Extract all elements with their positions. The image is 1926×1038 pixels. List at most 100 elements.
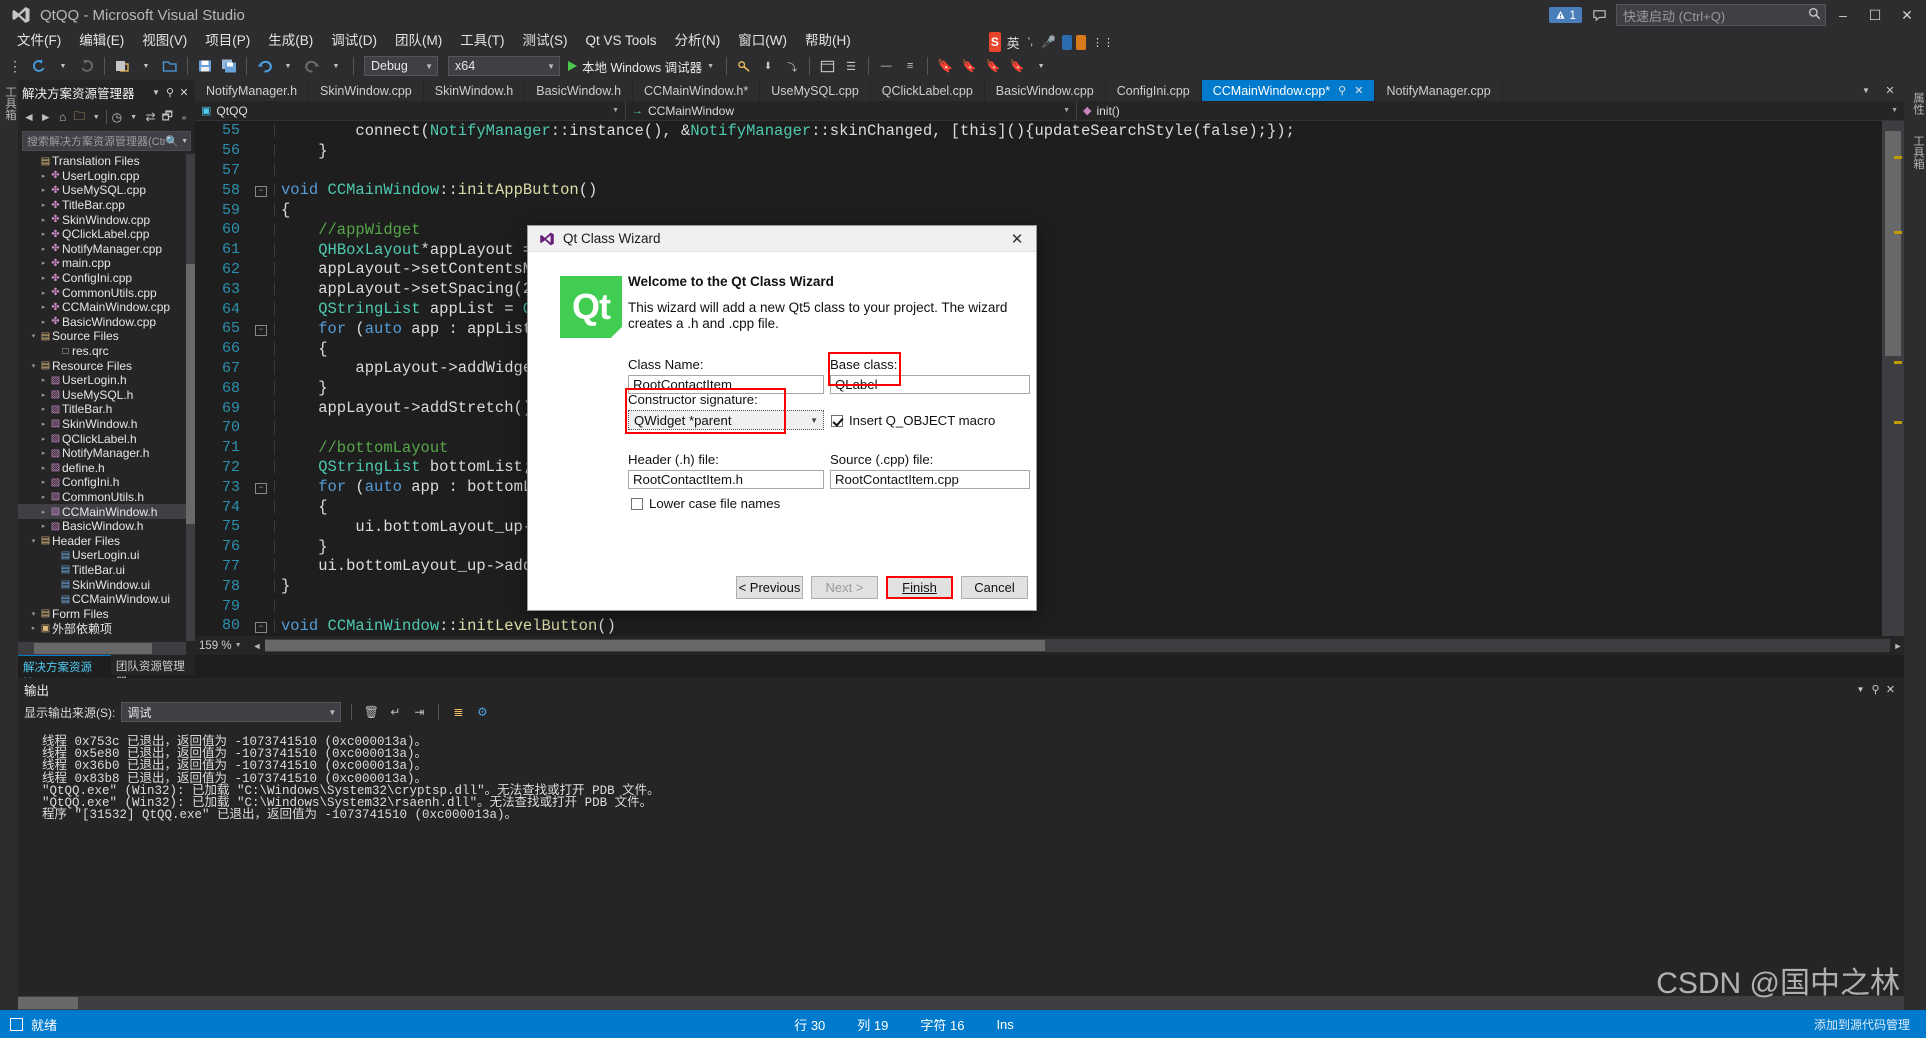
close-button[interactable]: ✕ — [1892, 0, 1922, 30]
new-project-icon[interactable] — [111, 55, 133, 77]
increase-indent-icon[interactable]: ≡ — [899, 55, 921, 77]
go-to-message-icon[interactable]: ⇥ — [410, 703, 428, 721]
code-line[interactable]: 56│ } — [195, 141, 1904, 161]
menu-item-4[interactable]: 项目(P) — [196, 30, 259, 52]
ime-toolbox-icon[interactable] — [1076, 35, 1086, 50]
tree-item[interactable]: ▸✤UseMySQL.cpp — [18, 183, 195, 198]
base-class-field[interactable]: Base class: — [830, 357, 1030, 394]
tree-item[interactable]: ▸▧NotifyManager.h — [18, 446, 195, 461]
tree-item[interactable]: ▾▤Source Files — [18, 329, 195, 344]
window-layout-icon[interactable] — [816, 55, 838, 77]
add-to-source-control[interactable]: 添加到源代码管理 — [1798, 1016, 1926, 1033]
fold-toggle-icon[interactable]: − — [251, 183, 271, 197]
fold-toggle-icon[interactable]: − — [251, 480, 271, 494]
back-icon[interactable]: ◄ — [22, 108, 36, 126]
tree-item[interactable]: ▸▧CommonUtils.h — [18, 490, 195, 505]
tree-twisty-icon[interactable]: ▸ — [38, 201, 49, 209]
hscroll-left-icon[interactable]: ◄ — [251, 641, 263, 651]
ime-punctuation-icon[interactable]: ʻ, — [1026, 36, 1036, 48]
home-icon[interactable]: ⌂ — [56, 108, 70, 126]
save-all-icon[interactable] — [218, 55, 240, 77]
pin-icon[interactable]: ⚲ — [1338, 84, 1346, 97]
pending-changes-dropdown-icon[interactable]: ▼ — [127, 108, 141, 126]
previous-button[interactable]: < Previous — [736, 576, 803, 599]
header-file-field[interactable]: Header (.h) file: — [628, 452, 824, 489]
quick-launch-input[interactable]: 快速启动 (Ctrl+Q) — [1616, 4, 1826, 26]
code-line[interactable]: 77│ ui.bottomLayout_up->addStretch(); — [195, 557, 1904, 577]
code-line[interactable]: 72│ QStringList bottomList; — [195, 458, 1904, 478]
tree-item[interactable]: ▸▣外部依赖项 — [18, 621, 195, 636]
code-line[interactable]: 73−│ for (auto app : bottomList) — [195, 477, 1904, 497]
right-tab-2[interactable]: 工具箱 — [1904, 131, 1926, 170]
sync-icon[interactable]: ⇄ — [144, 108, 158, 126]
maximize-button[interactable]: ☐ — [1860, 0, 1890, 30]
code-line[interactable]: 61│ QHBoxLayout*appLayout = new QHBoxLay… — [195, 240, 1904, 260]
code-line[interactable]: 58−│void CCMainWindow::initAppButton() — [195, 180, 1904, 200]
tree-item[interactable]: ▾▤Header Files — [18, 533, 195, 548]
editor-tab-3[interactable]: SkinWindow.h — [424, 80, 526, 101]
nav-class-selector[interactable]: → CCMainWindow ▼ — [626, 101, 1076, 120]
menu-item-1[interactable]: 文件(F) — [8, 30, 70, 52]
decrease-indent-icon[interactable]: — — [875, 55, 897, 77]
tree-twisty-icon[interactable]: ▾ — [28, 537, 39, 545]
finish-button[interactable]: Finish — [886, 576, 953, 599]
menu-item-5[interactable]: 生成(B) — [259, 30, 322, 52]
code-line[interactable]: 71│ //bottomLayout — [195, 438, 1904, 458]
tree-item[interactable]: ▤SkinWindow.ui — [18, 577, 195, 592]
panel-dropdown-icon[interactable]: ▼ — [1853, 685, 1868, 694]
bookmark-clear-icon[interactable]: 🔖 — [1006, 55, 1028, 77]
output-settings-icon[interactable]: ⚙ — [473, 703, 491, 721]
fold-toggle-icon[interactable]: − — [251, 619, 271, 633]
save-icon[interactable] — [194, 55, 216, 77]
tree-twisty-icon[interactable]: ▸ — [38, 318, 49, 326]
navigate-backward-icon[interactable] — [28, 55, 50, 77]
editor-tab-6[interactable]: UseMySQL.cpp — [760, 80, 871, 101]
tree-item[interactable]: ▸▧ConfigIni.h — [18, 475, 195, 490]
pin-icon[interactable]: ⚲ — [1868, 683, 1883, 696]
tree-twisty-icon[interactable]: ▾ — [28, 362, 39, 370]
source-file-field[interactable]: Source (.cpp) file: — [830, 452, 1030, 489]
close-tab-icon[interactable]: ✕ — [1879, 80, 1901, 101]
wrap-lines-icon[interactable]: ↵ — [386, 703, 404, 721]
code-line[interactable]: 69│ appLayout->addStretch(); — [195, 398, 1904, 418]
code-line[interactable]: 76│ } — [195, 537, 1904, 557]
tree-item[interactable]: ▸✤SkinWindow.cpp — [18, 212, 195, 227]
toolbox-tab-label[interactable]: 工具箱 — [0, 80, 18, 121]
tree-item[interactable]: ▸✤CCMainWindow.cpp — [18, 300, 195, 315]
code-line[interactable]: 64│ QStringList appList = QStringList() … — [195, 299, 1904, 319]
menu-item-11[interactable]: 分析(N) — [666, 30, 730, 52]
tree-twisty-icon[interactable]: ▾ — [28, 332, 39, 340]
code-line[interactable]: 63│ appLayout->setSpacing(2); — [195, 279, 1904, 299]
tree-item[interactable]: □res.qrc — [18, 344, 195, 359]
code-line[interactable]: 68│ } — [195, 378, 1904, 398]
editor-tab-1[interactable]: NotifyManager.h — [195, 80, 309, 101]
class-name-field[interactable]: Class Name: — [628, 357, 824, 394]
tree-item[interactable]: ▸✤UserLogin.cpp — [18, 169, 195, 184]
constructor-signature-field[interactable]: Constructor signature: QWidget *parent ▼ — [628, 392, 824, 430]
step-into-icon[interactable]: ⬇ — [757, 55, 779, 77]
editor-tab-5[interactable]: CCMainWindow.h* — [633, 80, 760, 101]
close-icon[interactable]: ✕ — [177, 86, 191, 99]
code-line[interactable]: 59│{ — [195, 200, 1904, 220]
tree-item[interactable]: ▸✤ConfigIni.cpp — [18, 271, 195, 286]
tree-item[interactable]: ▤CCMainWindow.ui — [18, 592, 195, 607]
menu-item-6[interactable]: 调试(D) — [322, 30, 386, 52]
source-file-input[interactable] — [830, 470, 1030, 489]
keyboard-icon[interactable] — [1062, 35, 1072, 50]
tree-twisty-icon[interactable]: ▸ — [38, 172, 49, 180]
tree-item[interactable]: ▸✤BasicWindow.cpp — [18, 315, 195, 330]
redo-icon[interactable] — [301, 55, 323, 77]
code-editor[interactable]: 55│ connect(NotifyManager::instance(), &… — [195, 121, 1904, 636]
undo-dropdown-icon[interactable]: ▼ — [277, 55, 299, 77]
tree-twisty-icon[interactable]: ▸ — [38, 420, 49, 428]
menu-item-10[interactable]: Qt VS Tools — [577, 30, 666, 52]
editor-horizontal-scrollbar[interactable] — [265, 639, 1890, 652]
output-horizontal-scrollbar[interactable] — [18, 996, 1904, 1010]
close-icon[interactable]: ✕ — [1883, 683, 1898, 696]
menu-item-9[interactable]: 测试(S) — [514, 30, 577, 52]
tree-item[interactable]: ▸▧define.h — [18, 460, 195, 475]
tree-item[interactable]: ▤TitleBar.ui — [18, 563, 195, 578]
code-line[interactable]: 57│ — [195, 161, 1904, 181]
tree-twisty-icon[interactable]: ▸ — [38, 508, 49, 516]
solution-search-input[interactable]: 搜索解决方案资源管理器(Ctrl+;) 🔍 ▼ — [22, 131, 191, 151]
